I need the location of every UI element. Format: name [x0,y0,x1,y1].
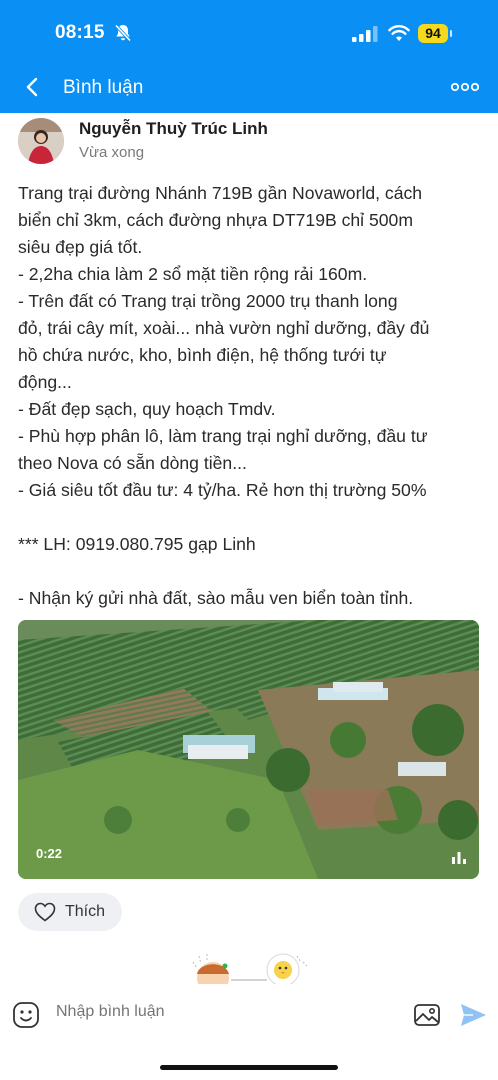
status-bar: 08:15 94 [0,0,498,62]
battery-indicator: 94 [418,24,452,43]
post-line: - Đất đẹp sạch, quy hoạch Tmdv. [18,399,276,419]
video-stats-icon [452,852,466,864]
video-player[interactable]: 0:22 [18,620,479,879]
wifi-icon [388,25,410,41]
send-icon[interactable] [459,1002,487,1028]
post-line: siêu đẹp giá tốt. [18,237,143,257]
like-button[interactable]: Thích [18,893,122,931]
cellular-signal-icon [352,26,378,42]
post-timestamp: Vừa xong [79,144,145,161]
post-line: - Trên đất có Trang trại trồng 2000 trụ … [18,291,398,311]
post-line: - Giá siêu tốt đầu tư: 4 tỷ/ha. Rẻ hơn t… [18,480,427,500]
status-time: 08:15 [55,22,105,43]
post-line: đỏ, trái cây mít, xoài... nhà vườn nghỉ … [18,318,430,338]
post-line: - 2,2ha chia làm 2 sổ mặt tiền rộng rải … [18,264,368,284]
post-line: - Nhận ký gửi nhà đất, sào mẫu ven biển … [18,588,414,608]
sticker-suggestions[interactable] [185,948,313,984]
comment-composer [0,995,498,1035]
home-indicator [160,1065,338,1070]
header-bar: 08:15 94 Bình luận [0,0,498,113]
avatar[interactable] [18,118,64,164]
emoji-icon[interactable] [12,1001,40,1029]
post-line: biển chỉ 3km, cách đường nhựa DT719B chỉ… [18,210,413,230]
bell-muted-icon [114,24,132,42]
post-line: - Phù hợp phân lô, làm trang trại nghỉ d… [18,426,428,446]
author-name[interactable]: Nguyễn Thuỳ Trúc Linh [79,119,268,139]
sticker-boy-icon[interactable] [192,954,229,984]
sticker-chick-icon[interactable] [266,953,308,984]
post-line: Trang trại đường Nhánh 719B gần Novaworl… [18,183,423,203]
back-arrow-icon[interactable] [22,76,44,98]
navigation-bar: Bình luận [0,62,498,113]
post-line: *** LH: 0919.080.795 gạp Linh [18,534,256,554]
farm-aerial-video-thumbnail [18,620,479,879]
more-options-icon[interactable] [451,82,479,92]
comment-input[interactable] [56,1003,386,1021]
video-duration: 0:22 [36,846,63,861]
post-line: theo Nova có sẵn dòng tiền... [18,453,247,473]
post-line: hồ chứa nước, kho, bình điện, hệ thống t… [18,345,387,365]
like-label: Thích [65,903,106,920]
page-title: Bình luận [63,77,144,98]
post-body: Trang trại đường Nhánh 719B gần Novaworl… [18,180,483,612]
image-icon[interactable] [413,1001,441,1029]
heart-icon [34,902,56,922]
post-line: động... [18,372,72,392]
